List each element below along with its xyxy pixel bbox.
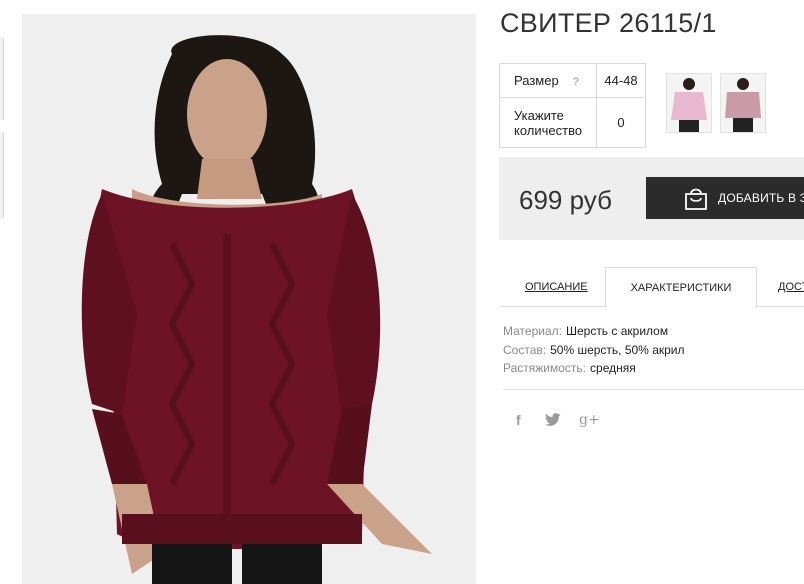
twitter-icon[interactable]	[545, 413, 561, 429]
size-value[interactable]: 44-48	[596, 63, 646, 98]
add-to-cart-label: ДОБАВИТЬ В ЗА	[718, 191, 804, 205]
google-plus-icon[interactable]: g+	[579, 412, 600, 428]
product-tabs: ОПИСАНИЕ ХАРАКТЕРИСТИКИ ДОСТ	[500, 267, 804, 308]
twitter-bird-glyph	[545, 413, 561, 426]
tab-characteristics[interactable]: ХАРАКТЕРИСТИКИ	[605, 267, 757, 308]
size-help-icon[interactable]: ?	[573, 76, 579, 88]
tab-description[interactable]: ОПИСАНИЕ	[525, 267, 588, 307]
product-options-table: Размер? 44-48 Укажите количество 0	[499, 63, 646, 148]
thumbnail-prev[interactable]	[0, 38, 4, 120]
spec-value: средняя	[590, 361, 636, 375]
spec-row-material: Материал: Шерсть с акрилом	[503, 322, 685, 341]
product-main-image[interactable]	[22, 14, 476, 584]
add-to-cart-button[interactable]: ДОБАВИТЬ В ЗА	[646, 177, 804, 219]
spec-key: Растяжимость:	[503, 361, 587, 375]
tab-delivery[interactable]: ДОСТ	[778, 267, 804, 307]
model-photo	[22, 14, 476, 584]
price-bar: 699 руб ДОБАВИТЬ В ЗА	[499, 157, 804, 240]
spec-row-composition: Состав: 50% шерсть, 50% акрил	[503, 341, 685, 360]
product-title: СВИТЕР 26115/1	[500, 8, 717, 38]
spec-value: Шерсть с акрилом	[565, 324, 669, 338]
swatch-pink-thumb	[667, 74, 711, 132]
swatch-mauve-thumb	[721, 74, 765, 132]
size-label: Размер	[514, 73, 559, 88]
spec-key: Состав:	[503, 342, 547, 357]
spec-value: 50% шерсть, 50% акрил	[550, 342, 685, 357]
product-price: 699 руб	[519, 185, 612, 215]
spec-row-stretch: Растяжимость: средняя	[503, 359, 685, 378]
characteristics-list: Материал: Шерсть с акрилом Состав: 50% шер…	[503, 322, 685, 378]
thumbnail-rail	[0, 0, 6, 584]
specs-divider	[503, 389, 804, 390]
color-swatch-mauve[interactable]	[720, 73, 766, 133]
shopping-bag-icon	[683, 185, 709, 216]
facebook-icon[interactable]: f	[516, 412, 521, 428]
thumbnail-next[interactable]	[0, 132, 4, 218]
size-label-cell: Размер?	[499, 63, 597, 98]
spec-key: Материал:	[503, 324, 562, 338]
quantity-input[interactable]: 0	[596, 97, 646, 148]
quantity-label: Укажите количество	[499, 97, 597, 148]
color-swatch-pink[interactable]	[666, 73, 712, 133]
